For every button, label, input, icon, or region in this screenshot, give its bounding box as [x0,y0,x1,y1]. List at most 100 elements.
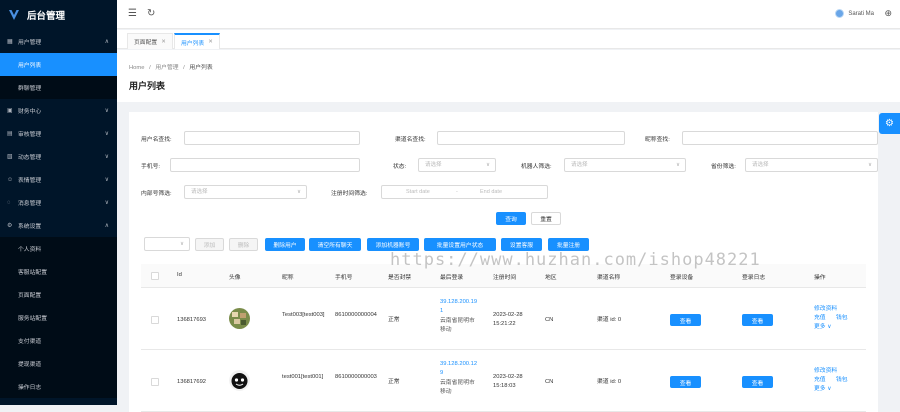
breadcrumb-section[interactable]: 用户管理 [155,65,178,71]
menu-fold-icon[interactable]: ☰ [128,8,137,19]
select-all-checkbox[interactable] [151,272,159,280]
settings-drawer-button[interactable]: ⚙ [879,113,900,134]
close-icon[interactable]: ✕ [161,39,166,45]
batch-register-button[interactable]: 批量注册 [548,238,589,251]
user-avatar [229,370,250,391]
message-icon: ◌ [7,199,11,206]
sidebar-item-group-chat[interactable]: 群聊管理 [0,76,117,99]
phone-filter-label: 手机号: [141,164,161,170]
app-logo: 后台管理 [0,0,117,30]
end-date-input[interactable]: End date [480,186,502,198]
wallet-link[interactable]: 钱包 [836,376,848,385]
more-dropdown[interactable]: 更多 ∨ [814,385,831,394]
region-select[interactable]: 请选择 ∨ [745,158,878,172]
sidebar-item-page-config[interactable]: 页面配置 [0,283,117,306]
add-robot-button[interactable]: 添加机器账号 [367,238,419,251]
avatar-image [229,308,250,329]
gear-icon: ⚙ [7,223,13,229]
view-device-button[interactable]: 查看 [670,376,701,388]
sidebar-group-user-management[interactable]: ▦ 用户管理 ∧ [0,30,117,53]
sidebar-item-user-list[interactable]: 用户列表 [0,53,117,76]
breadcrumb-current: 用户列表 [189,65,213,71]
search-button[interactable]: 查询 [496,212,526,225]
regtime-filter-label: 注册时间筛选: [331,191,368,197]
refresh-icon[interactable]: ↻ [147,8,155,19]
sidebar-group-audit[interactable]: ▤ 审核管理 ∨ [0,122,117,145]
last-login-ip[interactable]: 39.128.200.191 [440,298,480,316]
region-filter-label: 省份筛选: [711,164,736,170]
register-time: 2023-02-28 15:21:22 [493,312,523,327]
wallet-link[interactable]: 钱包 [836,314,848,323]
edit-profile-link[interactable]: 修改资料 [814,367,837,376]
column-header: 登录设备 [670,275,694,281]
username-search-input[interactable] [184,131,360,145]
view-device-button[interactable]: 查看 [670,314,701,326]
sidebar-group-settings[interactable]: ⚙ 系统设置 ∧ [0,214,117,237]
date-range-picker[interactable]: Start date - End date [381,185,548,199]
close-icon[interactable]: ✕ [208,39,213,45]
channel-filter-label: 渠道名查找: [395,137,426,143]
ban-status: 正常 [388,317,400,323]
user-menu[interactable]: Sarati Ma [835,9,874,18]
sidebar-item-profile[interactable]: 个人资料 [0,237,117,260]
sidebar-item-server-config[interactable]: 服务站配置 [0,306,117,329]
avatar [835,9,845,18]
chevron-up-icon: ∧ [104,223,109,229]
channel-search-input[interactable] [437,131,625,145]
sidebar-group-moments[interactable]: ▧ 动态管理 ∨ [0,145,117,168]
sidebar-item-withdraw[interactable]: 提现渠道 [0,352,117,375]
tab-page-config[interactable]: 页面配置 ✕ [127,33,173,49]
wallet-icon: ▣ [7,108,13,114]
robot-select[interactable]: 请选择 ∨ [564,158,686,172]
status-select[interactable]: 请选择 ∨ [418,158,496,172]
action-select[interactable]: ∨ [144,237,190,251]
chevron-down-icon: ∨ [485,162,490,168]
recharge-link[interactable]: 充值 [814,376,826,385]
chevron-down-icon: ∨ [104,131,109,137]
globe-icon[interactable]: ⊕ [884,8,892,19]
user-id: 136817693 [177,317,207,323]
add-button[interactable]: 添加 [195,238,224,251]
column-header: 手机号 [335,275,353,281]
chevron-down-icon: ∨ [104,177,109,183]
recharge-link[interactable]: 充值 [814,314,826,323]
sidebar-submenu-settings: 个人资料 客服站配置 页面配置 服务站配置 支付渠道 提现渠道 操作日志 [0,237,117,398]
edit-profile-link[interactable]: 修改资料 [814,305,837,314]
sidebar-group-emoji[interactable]: ☺ 表情管理 ∨ [0,168,117,191]
view-log-button[interactable]: 查看 [742,376,773,388]
sidebar-group-finance[interactable]: ▣ 财务中心 ∨ [0,99,117,122]
sidebar-item-payment[interactable]: 支付渠道 [0,329,117,352]
column-header: 昵称 [282,275,294,281]
chevron-down-icon: ∨ [296,189,301,195]
main-panel: 用户名查找: 渠道名查找: 昵称查找: 手机号: 状态: 请选择 ∨ 机器人筛选:… [129,112,878,412]
region: CN [545,317,554,323]
tab-user-list[interactable]: 用户列表 ✕ [174,33,220,49]
delete-user-button[interactable]: 删除用户 [265,238,305,251]
clear-chat-button[interactable]: 清空所有聊天 [309,238,361,251]
row-checkbox[interactable] [151,316,159,324]
view-log-button[interactable]: 查看 [742,314,773,326]
last-login-location: 云南省昆明市移动 [440,318,475,333]
column-header: 注册时间 [493,275,517,281]
more-dropdown[interactable]: 更多 ∨ [814,323,831,332]
delete-button[interactable]: 删除 [229,238,258,251]
column-header: Id [177,272,182,278]
column-header: 最后登录 [440,275,464,281]
nickname-search-input[interactable] [682,131,878,145]
internal-select[interactable]: 请选择 ∨ [184,185,307,199]
chevron-down-icon: ∨ [675,162,680,168]
sidebar-group-messages[interactable]: ◌ 消息管理 ∨ [0,191,117,214]
last-login-ip[interactable]: 39.128.200.129 [440,360,480,378]
sidebar-item-service-config[interactable]: 客服站配置 [0,260,117,283]
chevron-down-icon: ∨ [104,154,109,160]
set-service-button[interactable]: 设置客服 [501,238,542,251]
row-checkbox[interactable] [151,378,159,386]
reset-button[interactable]: 重置 [531,212,561,225]
internal-filter-label: 内部号筛选: [141,191,172,197]
column-header: 是否封禁 [388,275,412,281]
sidebar-item-operation-log[interactable]: 操作日志 [0,375,117,398]
start-date-input[interactable]: Start date [406,186,430,198]
batch-set-status-button[interactable]: 批量设置用户状态 [424,238,496,251]
breadcrumb-home[interactable]: Home [129,65,144,71]
phone-input[interactable] [170,158,360,172]
